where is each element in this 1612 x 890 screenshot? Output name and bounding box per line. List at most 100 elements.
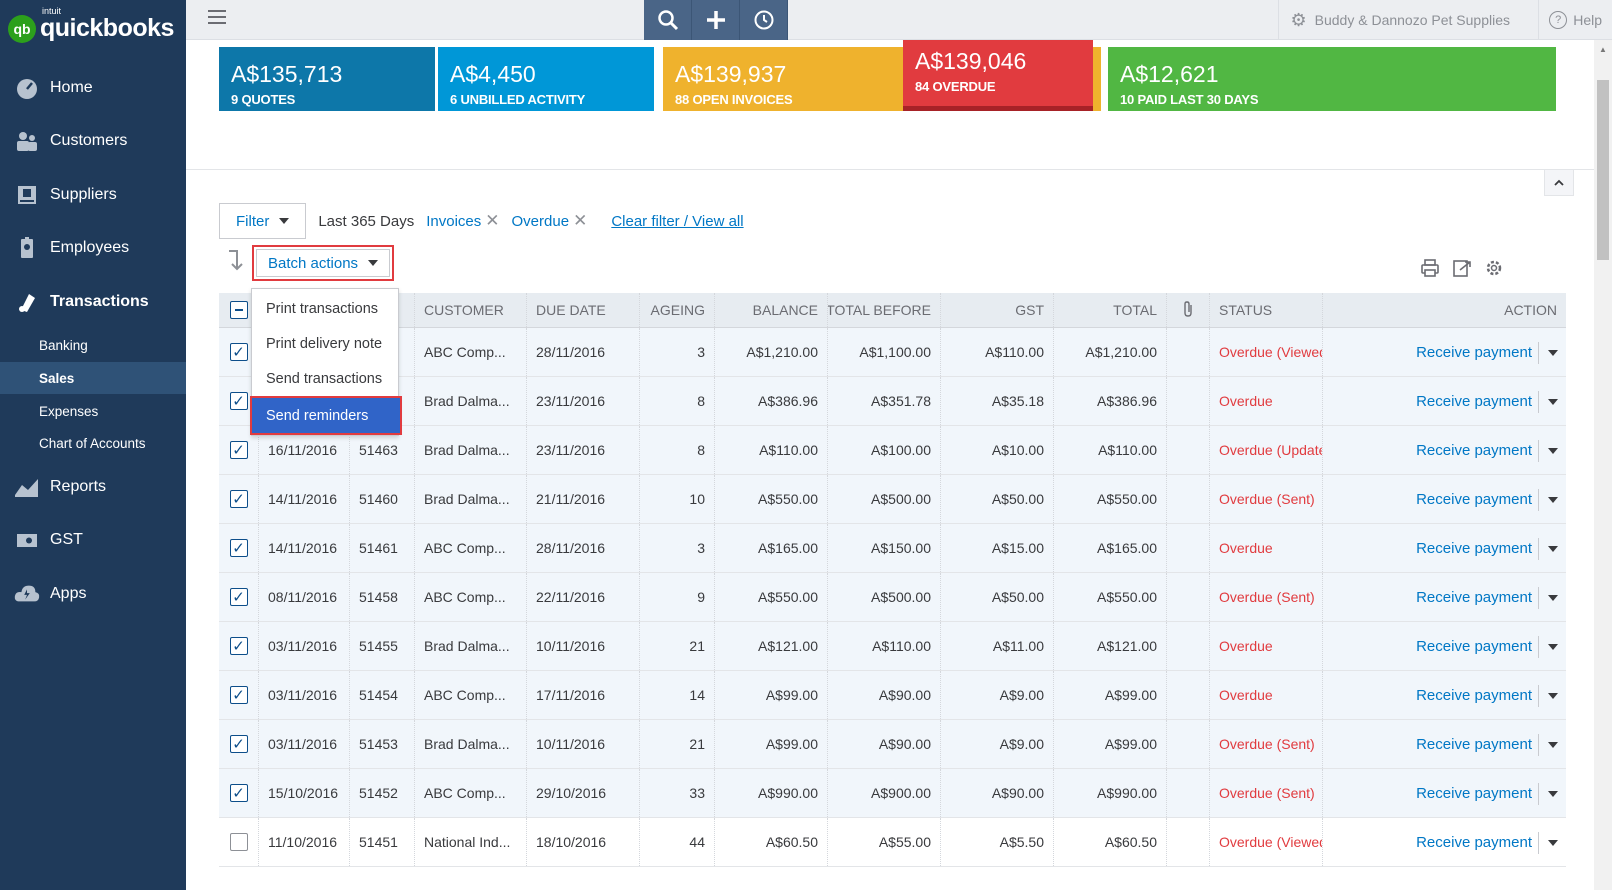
row-select-cell[interactable]: ✓ [219, 524, 259, 572]
row-action-dropdown[interactable] [1538, 783, 1566, 805]
nav-gst[interactable]: GST [0, 520, 186, 560]
row-select-cell[interactable]: ✓ [219, 720, 259, 768]
nav-sub-banking[interactable]: Banking [0, 329, 186, 361]
vertical-scrollbar[interactable]: ▲ [1594, 40, 1612, 890]
tile-quotes[interactable]: A$135,713 9 QUOTES [219, 47, 435, 111]
row-action-dropdown[interactable] [1538, 440, 1566, 462]
row-checkbox[interactable]: ✓ [229, 735, 248, 753]
row-action-dropdown[interactable] [1538, 832, 1566, 854]
row-action-dropdown[interactable] [1538, 685, 1566, 707]
receive-payment-link[interactable]: Receive payment [1416, 638, 1532, 655]
nav-customers[interactable]: Customers [0, 121, 186, 161]
receive-payment-link[interactable]: Receive payment [1416, 785, 1532, 802]
nav-reports[interactable]: Reports [0, 467, 186, 507]
row-checkbox[interactable]: ✓ [229, 539, 248, 557]
nav-employees[interactable]: Employees [0, 228, 186, 268]
tile-paid[interactable]: A$12,621 10 PAID LAST 30 DAYS [1108, 47, 1556, 111]
scroll-up-arrow-icon[interactable]: ▲ [1594, 40, 1612, 58]
col-balance[interactable]: BALANCE [715, 293, 828, 327]
nav-sub-expenses[interactable]: Expenses [0, 395, 186, 427]
scrollbar-thumb[interactable] [1597, 80, 1609, 260]
receive-payment-link[interactable]: Receive payment [1416, 540, 1532, 557]
row-action-dropdown[interactable] [1538, 636, 1566, 658]
table-row[interactable]: ✓ 03/11/2016 51455 Brad Dalma... 10/11/2016 2… [219, 622, 1566, 671]
row-checkbox[interactable]: ✓ [229, 392, 248, 410]
receive-payment-link[interactable]: Receive payment [1416, 687, 1532, 704]
receive-payment-link[interactable]: Receive payment [1416, 491, 1532, 508]
table-row[interactable]: ✓ 03/11/2016 51453 Brad Dalma... 10/11/2016 2… [219, 720, 1566, 769]
row-checkbox[interactable]: ✓ [229, 490, 248, 508]
tile-overdue[interactable]: A$139,046 84 OVERDUE [903, 40, 1093, 111]
chip-invoices[interactable]: Invoices ✕ [426, 211, 499, 231]
row-select-cell[interactable]: ✓ [219, 769, 259, 817]
menu-print-transactions[interactable]: Print transactions [252, 291, 398, 326]
nav-sub-sales[interactable]: Sales [0, 362, 186, 394]
row-action-dropdown[interactable] [1538, 734, 1566, 756]
row-action-dropdown[interactable] [1538, 489, 1566, 511]
row-action-dropdown[interactable] [1538, 391, 1566, 413]
row-checkbox[interactable]: ✓ [229, 588, 248, 606]
row-select-cell[interactable]: ✓ [219, 622, 259, 670]
close-icon[interactable]: ✕ [573, 211, 587, 231]
receive-payment-link[interactable]: Receive payment [1416, 393, 1532, 410]
col-ageing[interactable]: AGEING [640, 293, 715, 327]
collapse-money-bar-button[interactable] [1544, 170, 1574, 196]
table-row[interactable]: 11/10/2016 51451 National Ind... 18/10/2016… [219, 818, 1566, 867]
table-row[interactable]: ✓ 03/11/2016 51454 ABC Comp... 17/11/2016 14 A… [219, 671, 1566, 720]
recent-transactions-button[interactable] [740, 0, 788, 40]
nav-sub-chart-of-accounts[interactable]: Chart of Accounts [0, 427, 186, 459]
receive-payment-link[interactable]: Receive payment [1416, 589, 1532, 606]
receive-payment-link[interactable]: Receive payment [1416, 736, 1532, 753]
company-settings[interactable]: ⚙ Buddy & Dannozo Pet Supplies [1277, 0, 1523, 40]
select-all-checkbox[interactable] [229, 301, 248, 319]
tile-unbilled[interactable]: A$4,450 6 UNBILLED ACTIVITY [438, 47, 654, 111]
help-button[interactable]: ? Help [1538, 0, 1602, 40]
table-row[interactable]: ✓ 16/11/2016 51463 Brad Dalma... 23/11/2016 8… [219, 426, 1566, 475]
row-checkbox[interactable]: ✓ [229, 686, 248, 704]
table-row[interactable]: ✓ Brad Dalma... 23/11/2016 8 A$386.96 A$351.7… [219, 377, 1566, 426]
nav-home[interactable]: Home [0, 68, 186, 108]
search-button[interactable] [644, 0, 692, 40]
settings-gear-icon[interactable] [1484, 258, 1504, 283]
create-button[interactable] [692, 0, 740, 40]
row-action-dropdown[interactable] [1538, 538, 1566, 560]
row-checkbox[interactable]: ✓ [229, 343, 248, 361]
row-checkbox[interactable]: ✓ [229, 784, 248, 802]
receive-payment-link[interactable]: Receive payment [1416, 834, 1532, 851]
col-total-before[interactable]: TOTAL BEFORE [828, 293, 941, 327]
row-action-dropdown[interactable] [1538, 342, 1566, 364]
menu-send-reminders[interactable]: Send reminders [250, 396, 402, 435]
col-status[interactable]: STATUS [1210, 293, 1323, 327]
row-checkbox[interactable] [229, 833, 248, 851]
col-due-date[interactable]: DUE DATE [527, 293, 640, 327]
filter-button[interactable]: Filter [219, 203, 307, 239]
print-icon[interactable] [1420, 258, 1440, 283]
receive-payment-link[interactable]: Receive payment [1416, 344, 1532, 361]
close-icon[interactable]: ✕ [485, 211, 499, 231]
export-icon[interactable] [1452, 258, 1472, 283]
row-select-cell[interactable]: ✓ [219, 475, 259, 523]
table-row[interactable]: ✓ 14/11/2016 51461 ABC Comp... 28/11/2016 3 A$… [219, 524, 1566, 573]
row-select-cell[interactable]: ✓ [219, 671, 259, 719]
col-customer[interactable]: CUSTOMER [415, 293, 527, 327]
nav-apps[interactable]: Apps [0, 574, 186, 614]
clear-filter-link[interactable]: Clear filter / View all [611, 213, 743, 230]
hamburger-menu-icon[interactable] [208, 10, 226, 26]
menu-print-delivery-note[interactable]: Print delivery note [252, 326, 398, 361]
nav-transactions[interactable]: Transactions [0, 282, 186, 322]
row-checkbox[interactable]: ✓ [229, 637, 248, 655]
sort-arrow-icon[interactable] [226, 249, 244, 277]
table-row[interactable]: ✓ 08/11/2016 51458 ABC Comp... 22/11/2016 9 A$… [219, 573, 1566, 622]
table-row[interactable]: ✓ ABC Comp... 28/11/2016 3 A$1,210.00 A$1,100… [219, 328, 1566, 377]
menu-send-transactions[interactable]: Send transactions [252, 361, 398, 396]
quickbooks-logo[interactable]: qb intuit quickbooks [8, 6, 174, 43]
col-gst[interactable]: GST [941, 293, 1054, 327]
receive-payment-link[interactable]: Receive payment [1416, 442, 1532, 459]
row-select-cell[interactable]: ✓ [219, 573, 259, 621]
row-action-dropdown[interactable] [1538, 587, 1566, 609]
table-row[interactable]: ✓ 14/11/2016 51460 Brad Dalma... 21/11/2016 1… [219, 475, 1566, 524]
tile-open-invoices[interactable]: A$139,937 88 OPEN INVOICES [663, 47, 903, 111]
batch-actions-button[interactable]: Batch actions [252, 245, 395, 281]
col-total[interactable]: TOTAL [1054, 293, 1167, 327]
nav-suppliers[interactable]: Suppliers [0, 175, 186, 215]
